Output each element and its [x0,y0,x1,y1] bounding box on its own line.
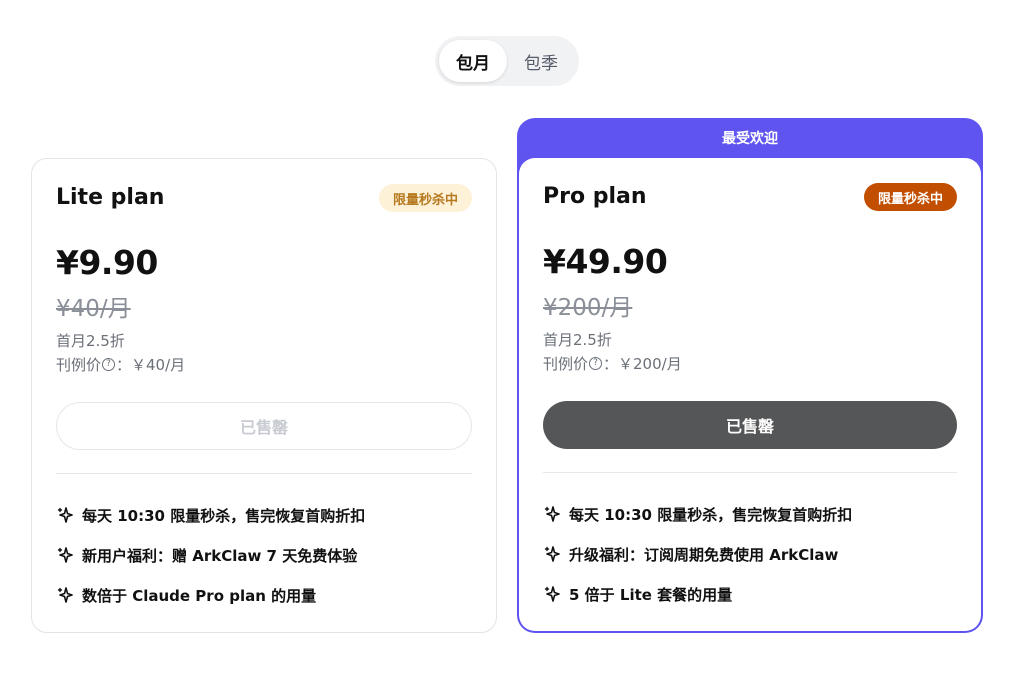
toggle-monthly[interactable]: 包月 [439,40,507,82]
plan-price: ¥9.90 [56,243,158,282]
reference-price: 刊例价 ? ：￥200/月 [543,353,682,374]
feature-text: 每天 10:30 限量秒杀，售完恢复首购折扣 [82,506,366,525]
discount-note: 首月2.5折 [56,332,125,350]
sparkle-icon [56,546,74,564]
pro-plan-highlight-frame: 最受欢迎 Pro plan 限量秒杀中 ¥49.90 ¥200/月 首月2.5折… [517,118,983,633]
feature-item: 每天 10:30 限量秒杀，售完恢复首购折扣 [56,495,472,535]
sparkle-icon [543,585,561,603]
flash-sale-badge: 限量秒杀中 [378,184,472,212]
help-icon[interactable]: ? [102,358,116,371]
feature-text: 数倍于 Claude Pro plan 的用量 [82,586,317,605]
feature-item: 新用户福利：赠 ArkClaw 7 天免费体验 [56,535,472,575]
original-price: ¥200/月 [543,295,633,321]
discount-note: 首月2.5折 [543,331,612,349]
feature-text: 升级福利：订阅周期免费使用 ArkClaw [569,545,839,564]
sparkle-icon [543,505,561,523]
reference-price-label: 刊例价 [543,355,589,373]
feature-list: 每天 10:30 限量秒杀，售完恢复首购折扣 新用户福利：赠 ArkClaw 7… [56,495,472,615]
reference-price: 刊例价 ? ：￥40/月 [56,354,185,375]
feature-list: 每天 10:30 限量秒杀，售完恢复首购折扣 升级福利：订阅周期免费使用 Ark… [543,494,957,614]
help-icon[interactable]: ? [589,357,603,370]
feature-item: 数倍于 Claude Pro plan 的用量 [56,575,472,615]
feature-item: 升级福利：订阅周期免费使用 ArkClaw [543,534,957,574]
sparkle-icon [543,545,561,563]
plan-title: Pro plan [543,184,647,209]
sparkle-icon [56,586,74,604]
reference-price-value: ：￥40/月 [116,356,186,374]
most-popular-ribbon: 最受欢迎 [722,131,778,147]
toggle-quarterly[interactable]: 包季 [507,40,575,82]
plan-price: ¥49.90 [543,242,668,281]
sparkle-icon [56,506,74,524]
feature-text: 新用户福利：赠 ArkClaw 7 天免费体验 [82,546,358,565]
divider [56,473,472,474]
feature-text: 每天 10:30 限量秒杀，售完恢复首购折扣 [569,505,853,524]
reference-price-value: ：￥200/月 [603,355,682,373]
feature-text: 5 倍于 Lite 套餐的用量 [569,585,733,604]
reference-price-label: 刊例价 [56,356,102,374]
divider [543,472,957,473]
lite-plan-card: Lite plan 限量秒杀中 ¥9.90 ¥40/月 首月2.5折 刊例价 ?… [31,158,497,633]
billing-period-toggle: 包月 包季 [435,36,579,86]
original-price: ¥40/月 [56,296,131,322]
plan-title: Lite plan [56,185,165,210]
sold-out-button[interactable]: 已售罄 [543,401,957,449]
feature-item: 5 倍于 Lite 套餐的用量 [543,574,957,614]
pricing-page: 包月 包季 Lite plan 限量秒杀中 ¥9.90 ¥40/月 首月2.5折… [0,0,1020,678]
flash-sale-badge: 限量秒杀中 [863,183,957,211]
feature-item: 每天 10:30 限量秒杀，售完恢复首购折扣 [543,494,957,534]
pro-plan-card: Pro plan 限量秒杀中 ¥49.90 ¥200/月 首月2.5折 刊例价 … [519,158,981,631]
sold-out-button[interactable]: 已售罄 [56,402,472,450]
